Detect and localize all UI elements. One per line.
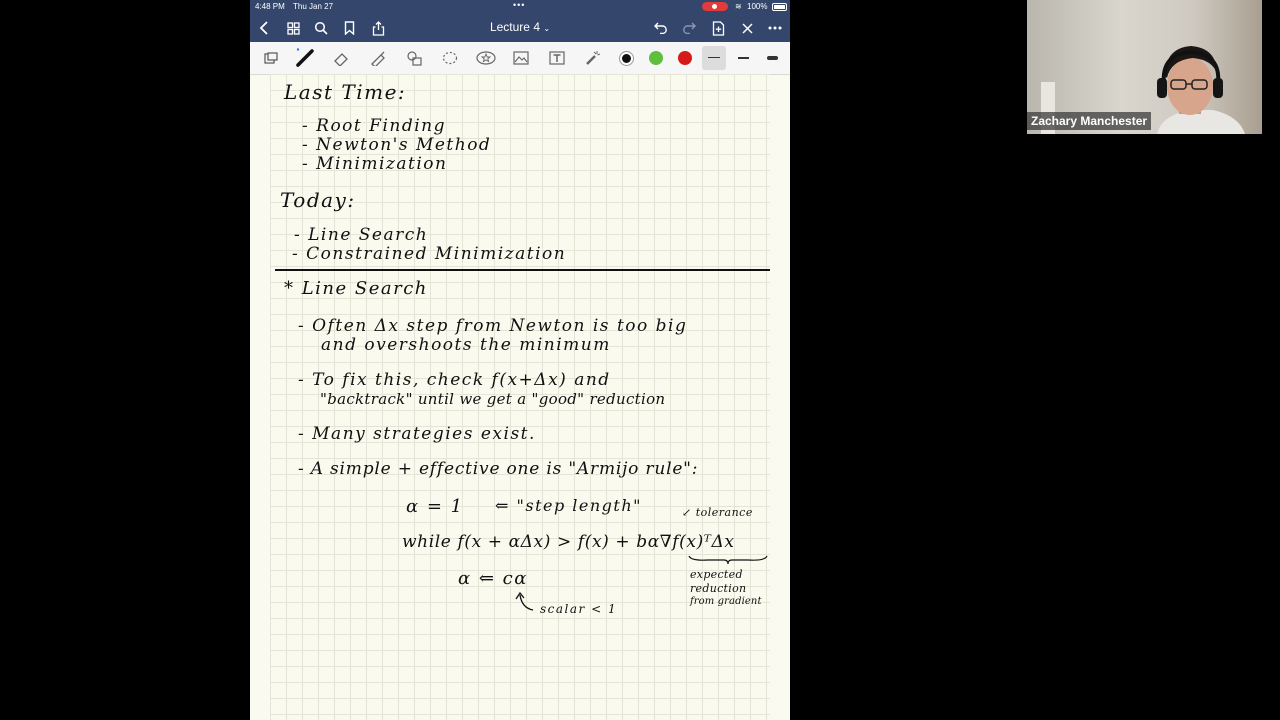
shapes-icon [407,51,422,66]
thickness-medium-button[interactable] [738,57,749,59]
alpha-update: α ⇐ cα [458,568,528,589]
thickness-thin-button[interactable] [702,46,726,70]
notebook-page[interactable]: Last Time: - Root Finding - Newton's Met… [270,74,770,720]
participant-name: Zachary Manchester [1027,112,1152,130]
more-icon [768,26,782,30]
today-heading: Today: [280,188,356,212]
screen-recording-icon [702,2,728,11]
expected-note: reduction [690,582,747,595]
status-date: Thu Jan 27 [293,2,334,11]
nav-bar: Lecture 4 ⌄ [250,13,790,42]
elements-icon [476,51,496,65]
close-icon [741,22,753,34]
drawing-toolbar [250,42,790,75]
redo-button[interactable] [679,18,699,38]
armijo-condition: while f(x + αΔx) > f(x) + bα∇f(x)ᵀΔx [402,532,735,552]
participant-video-tile[interactable]: Zachary Manchester [1027,0,1262,134]
expected-note: expected [690,568,743,581]
pen-tool-button[interactable] [295,48,317,68]
undo-button[interactable] [651,18,671,38]
page-view-icon [264,52,278,64]
underbrace-mark [688,555,768,565]
bullet-text: - Many strategies exist. [298,424,536,444]
chevron-down-icon: ⌄ [543,24,551,33]
more-button[interactable] [765,18,785,38]
battery-percent: 100% [747,2,768,11]
last-time-heading: Last Time: [284,80,407,104]
bullet-text: - Often Δx step from Newton is too big [298,316,688,336]
bullet-text: - A simple + effective one is "Armijo ru… [298,459,699,479]
line-search-heading: * Line Search [284,278,428,299]
tolerance-note: ↙ tolerance [682,506,753,519]
eraser-tool-button[interactable] [331,48,353,68]
undo-icon [654,22,667,34]
color-black-swatch[interactable] [619,51,634,66]
last-time-item: - Root Finding [302,116,446,136]
close-button[interactable] [737,18,757,38]
today-item: - Constrained Minimization [292,244,567,264]
text-icon [549,51,565,65]
color-red-swatch[interactable] [678,51,692,65]
today-item: - Line Search [294,225,429,245]
status-time: 4:48 PM [255,2,285,11]
alpha-init: α = 1 [406,496,464,517]
step-length-note: ⇐ "step length" [495,496,643,515]
add-page-button[interactable] [708,18,728,38]
eraser-icon [334,53,348,66]
color-green-swatch[interactable] [649,51,663,65]
image-tool-button[interactable] [510,48,532,68]
laser-pointer-tool-button[interactable] [582,48,604,68]
last-time-item: - Newton's Method [302,135,492,155]
last-time-item: - Minimization [302,154,448,174]
bullet-text: "backtrack" until we get a "good" reduct… [320,390,666,408]
redo-icon [683,22,696,34]
battery-icon [772,3,787,11]
multitask-dots-icon[interactable]: ••• [513,0,525,10]
bullet-text: and overshoots the minimum [321,335,611,355]
highlighter-tool-button[interactable] [367,48,389,68]
elements-tool-button[interactable] [475,48,497,68]
section-divider [275,269,770,271]
page-view-button[interactable] [260,48,282,68]
lasso-tool-button[interactable] [439,48,461,68]
lasso-icon [442,51,458,65]
laser-pointer-icon [586,51,601,65]
add-page-icon [712,20,724,36]
ipad-screen: 4:48 PM Thu Jan 27 ••• ≋ 100% Lecture 4 … [250,0,790,720]
shapes-tool-button[interactable] [404,48,426,68]
status-bar: 4:48 PM Thu Jan 27 ••• ≋ 100% [250,0,790,13]
text-tool-button[interactable] [546,48,568,68]
bullet-text: - To fix this, check f(x+Δx) and [298,370,611,390]
wifi-icon: ≋ [735,2,742,11]
curved-arrow-mark [515,591,534,611]
expected-note: from gradient [690,596,762,607]
highlighter-icon [371,51,385,66]
thickness-thick-button[interactable] [767,56,778,60]
pen-icon [296,48,314,67]
scalar-note: scalar < 1 [540,602,618,616]
document-title: Lecture 4 [489,20,540,34]
image-icon [513,51,529,65]
